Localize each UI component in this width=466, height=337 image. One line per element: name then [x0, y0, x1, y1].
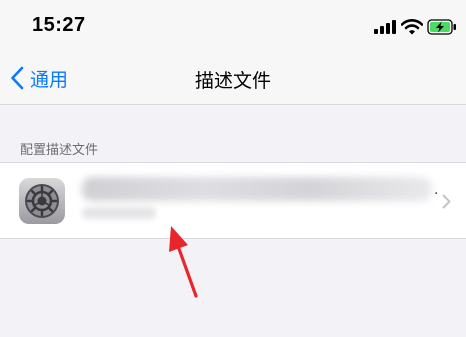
- profile-trailing-dot: .: [434, 182, 439, 198]
- red-arrow-annotation: [169, 226, 198, 298]
- profile-subtitle-redacted: [82, 207, 156, 219]
- wifi-icon: [401, 19, 423, 35]
- battery-charging-icon: [427, 19, 456, 35]
- page-title: 描述文件: [194, 70, 271, 92]
- chevron-right-icon: [442, 194, 451, 209]
- status-time: 15:27: [32, 14, 86, 36]
- profile-row[interactable]: .: [0, 162, 466, 239]
- signal-icon: [374, 20, 396, 34]
- status-bar: 15:27: [0, 0, 466, 52]
- status-icons: [374, 17, 458, 37]
- profile-name-redacted: [82, 177, 432, 201]
- nav-bar: 通用 描述文件: [0, 52, 466, 105]
- section-header: 配置描述文件: [20, 143, 99, 158]
- settings-gear-icon: [19, 178, 65, 224]
